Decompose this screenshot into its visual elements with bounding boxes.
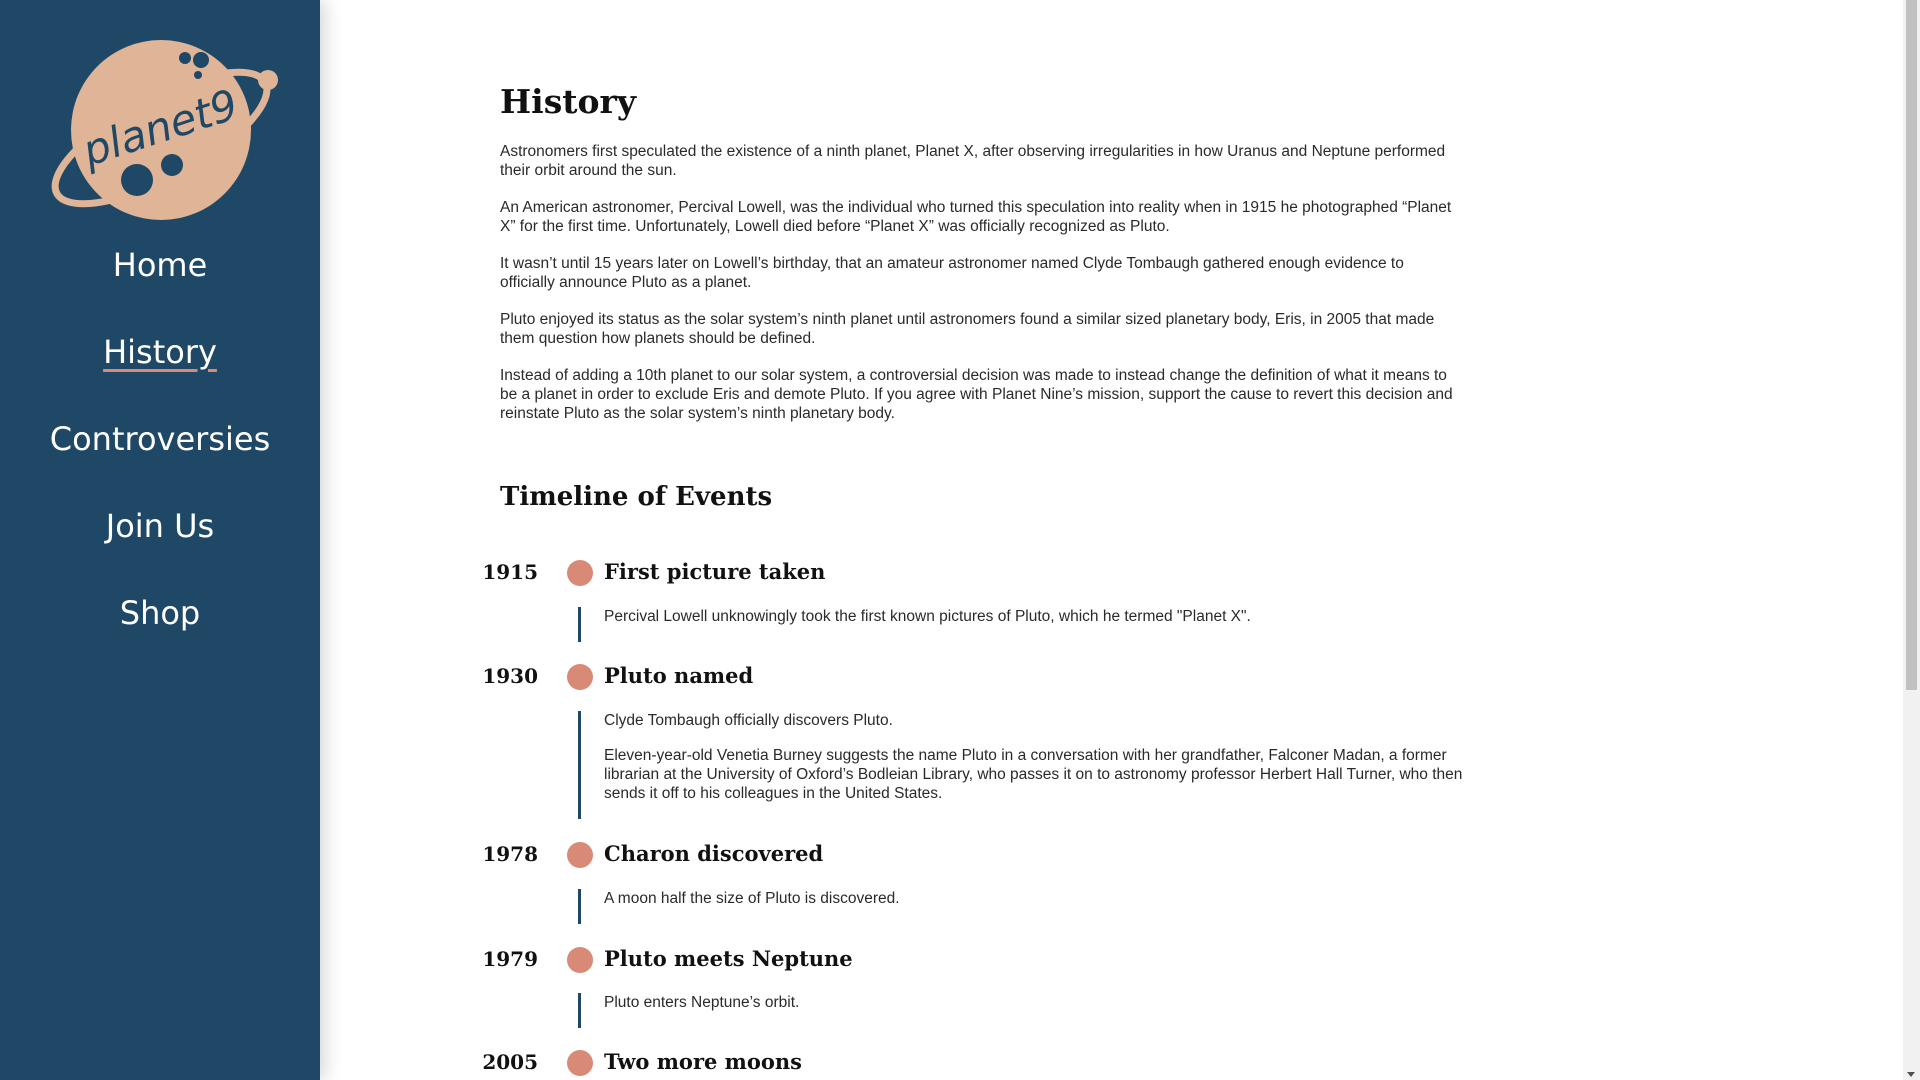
main-nav: Home History Controversies Join Us Shop	[0, 245, 320, 680]
vertical-scrollbar[interactable]	[1903, 0, 1920, 1080]
history-paragraph: Pluto enjoyed its status as the solar sy…	[500, 311, 1435, 347]
timeline-dot	[567, 560, 593, 586]
nav-join-us[interactable]: Join Us	[0, 506, 320, 593]
scrollbar-thumb[interactable]	[1906, 0, 1917, 690]
timeline-event-text: Clyde Tombaugh officially discovers Plut…	[604, 711, 1464, 819]
timeline-event-title: Two more moons	[604, 1049, 803, 1074]
history-paragraph: Instead of adding a 10th planet to our s…	[500, 367, 1453, 422]
nav-shop-label: Shop	[119, 594, 201, 632]
nav-controversies-label: Controversies	[49, 420, 271, 458]
page-title: History	[500, 82, 637, 121]
timeline-title: Timeline of Events	[500, 482, 773, 512]
timeline-year: 1915	[482, 560, 538, 584]
history-paragraph: Astronomers first speculated the existen…	[500, 143, 1446, 179]
timeline-year: 1930	[482, 664, 538, 688]
timeline-event-paragraph: Pluto enters Neptune’s orbit.	[604, 994, 800, 1011]
timeline-line	[578, 607, 581, 642]
timeline-line	[578, 711, 581, 819]
timeline-line	[578, 993, 581, 1028]
sidebar: planet9 Home History Controversies Join …	[0, 0, 320, 1080]
planet9-logo[interactable]: planet9	[35, 30, 285, 230]
timeline-dot	[567, 1050, 593, 1076]
timeline-event-title: Charon discovered	[604, 841, 824, 866]
timeline-event-text: Percival Lowell unknowingly took the fir…	[604, 607, 1464, 642]
timeline-event-text: Pluto enters Neptune’s orbit.	[604, 993, 1464, 1028]
history-paragraph: An American astronomer, Percival Lowell,…	[500, 199, 1452, 235]
timeline-dot	[567, 842, 593, 868]
history-paragraph: It wasn’t until 15 years later on Lowell…	[500, 255, 1404, 291]
timeline-event-text: A moon half the size of Pluto is discove…	[604, 889, 1464, 924]
timeline-dot	[567, 947, 593, 973]
timeline-year: 1978	[482, 842, 538, 866]
timeline-dot	[567, 664, 593, 690]
timeline-event-paragraph: Percival Lowell unknowingly took the fir…	[604, 608, 1251, 625]
timeline-event-paragraph: A moon half the size of Pluto is discove…	[604, 890, 900, 907]
nav-shop[interactable]: Shop	[0, 593, 320, 680]
nav-history-label: History	[103, 333, 217, 371]
timeline-line	[578, 889, 581, 924]
timeline-event-title: Pluto meets Neptune	[604, 946, 853, 971]
nav-join-us-label: Join Us	[105, 507, 215, 545]
nav-history[interactable]: History	[0, 332, 320, 419]
timeline-event-paragraph: Clyde Tombaugh officially discovers Plut…	[604, 712, 893, 729]
scroll-down-arrow-icon[interactable]	[1907, 1072, 1915, 1077]
nav-controversies[interactable]: Controversies	[0, 419, 320, 506]
timeline-event-title: Pluto named	[604, 663, 754, 688]
nav-home[interactable]: Home	[0, 245, 320, 332]
nav-home-label: Home	[112, 246, 208, 284]
history-paragraphs: Astronomers first speculated the existen…	[500, 142, 1460, 441]
timeline-event-title: First picture taken	[604, 559, 826, 584]
timeline-year: 1979	[482, 947, 538, 971]
timeline-event-paragraph: Eleven-year-old Venetia Burney suggests …	[604, 747, 1463, 802]
timeline-year: 2005	[482, 1050, 538, 1074]
